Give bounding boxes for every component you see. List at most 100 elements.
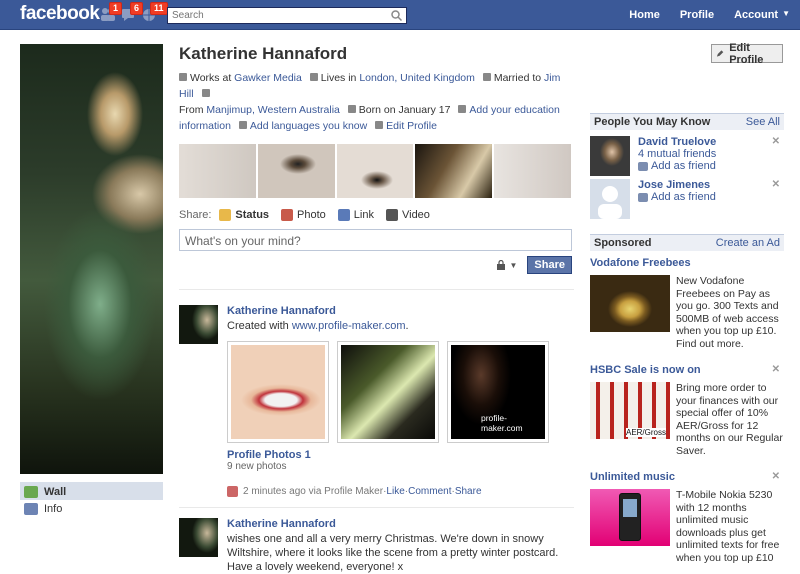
add-friend-label: Add as friend	[651, 160, 716, 172]
see-all-link[interactable]: See All	[746, 116, 780, 128]
ad-text: T-Mobile Nokia 5230 with 12 months unlim…	[676, 489, 780, 564]
add-languages-link[interactable]: Add languages you know	[250, 120, 367, 132]
avatar[interactable]	[590, 179, 630, 219]
strip-photo[interactable]	[336, 144, 416, 198]
pymk-item: David Truelove 4 mutual friends Add as f…	[590, 136, 784, 177]
share-status-tab[interactable]: Status	[219, 209, 269, 221]
hometown-icon	[201, 89, 210, 97]
nav-account[interactable]: Account	[724, 9, 788, 21]
share-photo-tab[interactable]: Photo	[281, 209, 326, 221]
sponsored-title: Sponsored	[594, 237, 652, 249]
close-icon[interactable]: ✕	[772, 364, 780, 378]
photo-thumb[interactable]	[337, 341, 439, 443]
story-author[interactable]: Katherine Hannaford	[227, 305, 574, 317]
story-text-prefix: Created with	[227, 320, 289, 332]
add-friend-button[interactable]: Add as friend	[638, 160, 716, 172]
left-nav: Wall Info	[20, 482, 163, 517]
close-icon[interactable]: ✕	[772, 136, 780, 147]
share-options: Share: Status Photo Link Video	[179, 209, 574, 221]
left-nav-label: Wall	[44, 485, 67, 498]
search-icon[interactable]	[390, 9, 403, 22]
share-photo-label: Photo	[297, 209, 326, 221]
share-link-tab[interactable]: Link	[337, 209, 374, 221]
education-icon	[458, 105, 467, 113]
story-author[interactable]: Katherine Hannaford	[227, 518, 574, 530]
privacy-chevron-down-icon[interactable]: ▼	[510, 261, 518, 270]
avatar[interactable]	[590, 136, 630, 176]
profile-maker-link[interactable]: www.profile-maker.com	[292, 320, 406, 332]
profile-picture[interactable]	[20, 44, 163, 474]
edit-profile-button[interactable]: Edit Profile	[711, 42, 783, 66]
sponsored-header: Sponsored Create an Ad	[590, 234, 784, 251]
ad-image[interactable]	[590, 275, 670, 332]
like-link[interactable]: Like	[386, 486, 404, 497]
add-friend-icon	[638, 161, 648, 171]
notifications-badge: 11	[150, 2, 168, 15]
profile-info: Works at Gawker Media Lives in London, U…	[179, 70, 574, 134]
album-title[interactable]: Profile Photos 1	[227, 449, 574, 461]
right-column: People You May Know See All David Truelo…	[590, 113, 784, 564]
ad-image[interactable]	[590, 489, 670, 546]
pymk-mutual[interactable]: 4 mutual friends	[638, 148, 716, 160]
share-video-label: Video	[401, 209, 430, 221]
close-icon[interactable]: ✕	[772, 471, 780, 485]
photo-thumb[interactable]	[227, 341, 329, 443]
share-link[interactable]: Share	[455, 486, 482, 497]
story-meta: 2 minutes ago via Profile Maker · Like ·…	[227, 486, 574, 497]
status-icon	[219, 209, 232, 221]
share-video-tab[interactable]: Video	[385, 209, 430, 221]
status-input[interactable]: What's on your mind?	[179, 229, 572, 251]
pymk-name[interactable]: Jose Jimenes	[638, 179, 716, 191]
works-at-link[interactable]: Gawker Media	[234, 72, 302, 84]
close-icon[interactable]: ✕	[772, 179, 780, 190]
ad-title[interactable]: Vodafone Freebees	[590, 257, 691, 271]
lock-icon[interactable]	[496, 260, 506, 270]
messages-jewel[interactable]: 6	[121, 2, 144, 22]
edit-profile-link[interactable]: Edit Profile	[386, 120, 437, 132]
add-friend-button[interactable]: Add as friend	[638, 191, 716, 203]
ad-image[interactable]: AER/Gross	[590, 382, 670, 439]
left-nav-info[interactable]: Info	[20, 500, 163, 517]
lives-in-link[interactable]: London, United Kingdom	[359, 72, 475, 84]
pymk-header: People You May Know See All	[590, 113, 784, 130]
pymk-item: Jose Jimenes Add as friend ✕	[590, 179, 784, 220]
strip-photo[interactable]	[179, 144, 258, 198]
ad-title[interactable]: Unlimited music	[590, 471, 675, 485]
works-prefix: Works at	[190, 72, 232, 84]
create-ad-link[interactable]: Create an Ad	[716, 237, 780, 249]
pencil-icon	[375, 121, 384, 129]
ad-text: New Vodafone Freebees on Pay as you go. …	[676, 275, 779, 350]
ad-title[interactable]: HSBC Sale is now on	[590, 364, 701, 378]
feed-story: Katherine Hannaford Created with www.pro…	[179, 289, 574, 497]
avatar[interactable]	[179, 518, 218, 557]
nav-home[interactable]: Home	[619, 9, 670, 21]
notifications-jewel[interactable]: 11	[141, 2, 168, 22]
chevron-down-icon[interactable]: ▼	[782, 9, 790, 21]
share-actions: ▼ Share	[179, 256, 572, 274]
nav-profile[interactable]: Profile	[670, 9, 724, 21]
avatar[interactable]	[179, 305, 218, 344]
search-input[interactable]	[168, 8, 383, 23]
photo-thumbs: profile-maker.com	[227, 341, 574, 443]
strip-photo[interactable]	[257, 144, 337, 198]
strip-photo[interactable]	[494, 144, 573, 198]
pymk-name[interactable]: David Truelove	[638, 136, 716, 148]
video-icon	[385, 209, 398, 221]
strip-photo[interactable]	[415, 144, 495, 198]
photo-thumb[interactable]: profile-maker.com	[447, 341, 549, 443]
facebook-logo[interactable]: facebook	[20, 3, 100, 25]
info-icon	[24, 502, 38, 515]
friend-requests-jewel[interactable]: 1	[100, 2, 123, 22]
default-avatar-icon	[598, 186, 622, 219]
married-prefix: Married to	[493, 72, 542, 84]
share-button[interactable]: Share	[527, 256, 572, 274]
home-icon	[309, 73, 318, 81]
ad-image-caption: AER/Gross	[625, 428, 666, 437]
left-nav-wall[interactable]: Wall	[20, 483, 163, 500]
add-friend-icon	[638, 192, 648, 202]
add-friend-label: Add as friend	[651, 191, 716, 203]
story-text: wishes one and all a very merry Christma…	[227, 533, 559, 573]
from-link[interactable]: Manjimup, Western Australia	[206, 104, 339, 116]
wall-icon	[24, 485, 38, 498]
comment-link[interactable]: Comment	[408, 486, 451, 497]
